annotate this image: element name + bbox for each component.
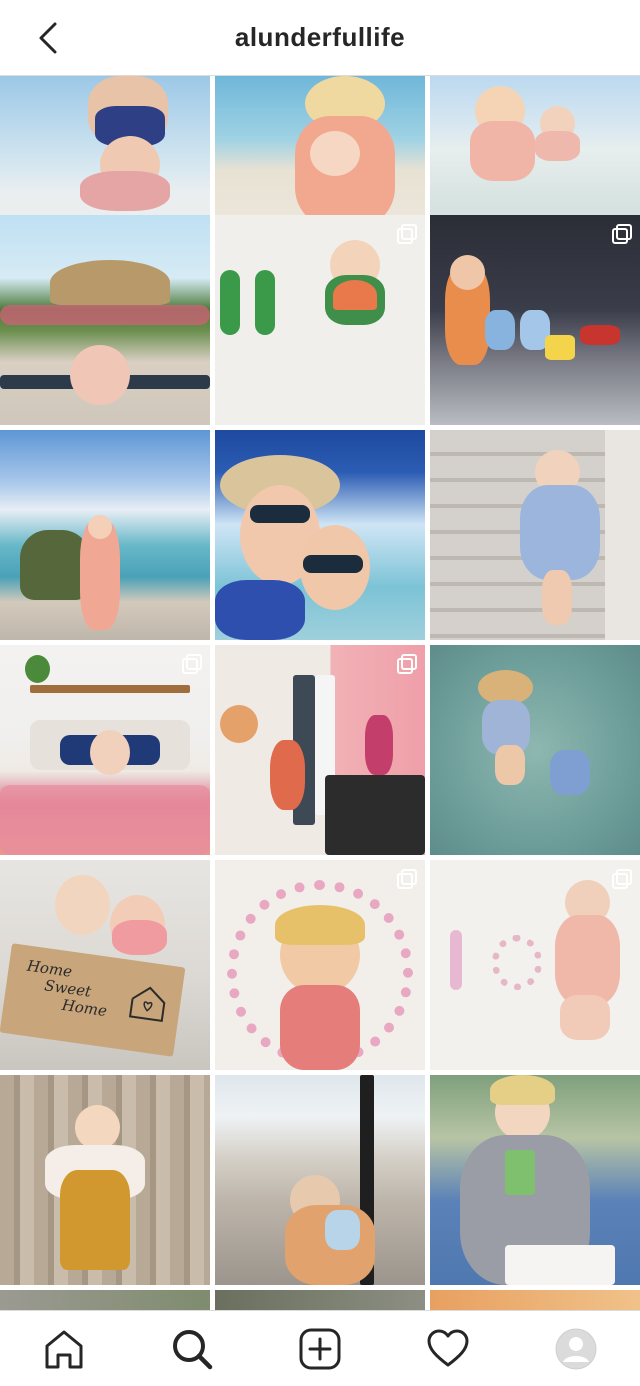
house-icon bbox=[128, 986, 166, 1022]
post-tile[interactable] bbox=[430, 1290, 640, 1310]
multi-post-icon bbox=[397, 654, 417, 674]
post-tile[interactable] bbox=[215, 860, 425, 1070]
post-tile[interactable] bbox=[430, 645, 640, 855]
bottom-nav-bar bbox=[0, 1310, 640, 1386]
profile-avatar-icon bbox=[555, 1328, 597, 1370]
post-tile[interactable] bbox=[430, 1075, 640, 1285]
post-tile[interactable] bbox=[430, 215, 640, 425]
multi-post-icon bbox=[612, 869, 632, 889]
post-tile[interactable] bbox=[0, 1075, 210, 1285]
multi-post-icon bbox=[397, 869, 417, 889]
post-tile[interactable] bbox=[215, 215, 425, 425]
nav-home-button[interactable] bbox=[42, 1327, 86, 1371]
post-tile[interactable] bbox=[215, 1290, 425, 1310]
post-tile[interactable] bbox=[0, 1290, 210, 1310]
nav-profile-button[interactable] bbox=[554, 1327, 598, 1371]
profile-username-title: alunderfullife bbox=[234, 22, 406, 52]
home-icon bbox=[45, 1330, 83, 1369]
header-bar: alunderfullife bbox=[0, 0, 640, 76]
post-tile[interactable] bbox=[215, 1075, 425, 1285]
nav-search-button[interactable] bbox=[170, 1327, 214, 1371]
post-tile[interactable] bbox=[215, 645, 425, 855]
nav-add-post-button[interactable] bbox=[298, 1327, 342, 1371]
nav-activity-button[interactable] bbox=[426, 1327, 470, 1371]
post-grid: Home Sweet Home bbox=[0, 76, 640, 1310]
post-tile[interactable] bbox=[215, 430, 425, 640]
add-post-icon bbox=[299, 1328, 341, 1370]
multi-post-icon bbox=[182, 654, 202, 674]
post-tile[interactable]: Home Sweet Home bbox=[0, 860, 210, 1070]
post-tile[interactable] bbox=[0, 215, 210, 425]
post-tile[interactable] bbox=[430, 860, 640, 1070]
search-icon bbox=[173, 1330, 213, 1370]
post-tile[interactable] bbox=[0, 645, 210, 855]
multi-post-icon bbox=[397, 224, 417, 244]
post-tile[interactable] bbox=[430, 430, 640, 640]
heart-icon bbox=[427, 1329, 469, 1367]
multi-post-icon bbox=[612, 224, 632, 244]
post-tile[interactable] bbox=[0, 430, 210, 640]
